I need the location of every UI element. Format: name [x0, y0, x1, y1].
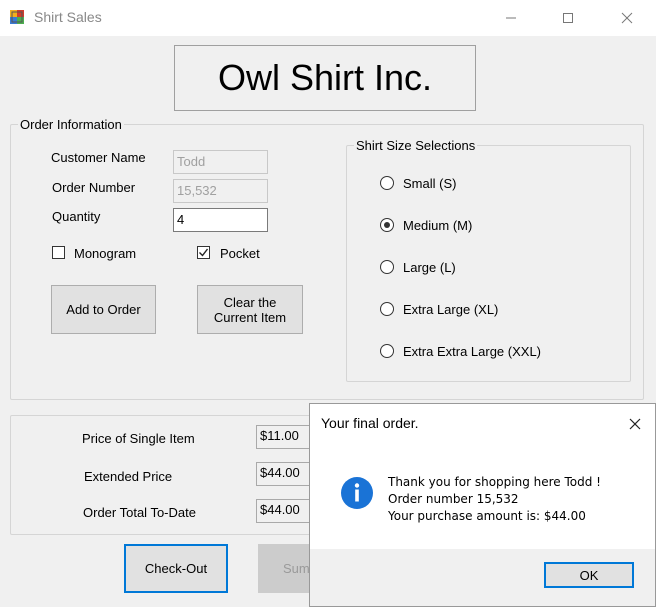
monogram-label: Monogram	[74, 246, 137, 261]
customer-name-field[interactable]: Todd	[173, 150, 268, 174]
dialog-message-line2: Order number 15,532	[388, 492, 519, 506]
quantity-label: Quantity	[52, 209, 101, 224]
monogram-checkbox[interactable]	[52, 246, 65, 259]
pocket-checkbox[interactable]	[197, 246, 210, 259]
order-information-legend: Order Information	[18, 117, 124, 132]
window-title: Shirt Sales	[34, 9, 102, 25]
dialog-title: Your final order.	[321, 415, 419, 431]
clear-button-line1: Clear the	[223, 294, 277, 310]
quantity-field[interactable]: 4	[173, 208, 268, 232]
pocket-label: Pocket	[220, 246, 260, 261]
radio-selected-dot	[384, 222, 390, 228]
company-banner: Owl Shirt Inc.	[174, 45, 476, 111]
info-icon	[340, 476, 374, 510]
order-number-label: Order Number	[52, 180, 136, 195]
size-radio-xxl[interactable]	[380, 344, 394, 358]
size-radio-large[interactable]	[380, 260, 394, 274]
extended-price-label: Extended Price	[84, 469, 173, 484]
checkmark-icon	[199, 248, 209, 257]
final-order-dialog: Your final order. Thank you for shopping…	[309, 403, 656, 607]
order-number-field[interactable]: 15,532	[173, 179, 268, 203]
dialog-message-line3: Your purchase amount is: $44.00	[388, 509, 586, 523]
dialog-message-line1: Thank you for shopping here Todd !	[388, 475, 601, 489]
order-total-label: Order Total To-Date	[83, 505, 196, 520]
size-label-large: Large (L)	[403, 260, 456, 275]
size-radio-small[interactable]	[380, 176, 394, 190]
clear-button-line2: Current Item	[213, 309, 287, 325]
size-label-small: Small (S)	[403, 176, 457, 191]
winforms-app-icon	[9, 9, 25, 25]
add-to-order-button[interactable]: Add to Order	[51, 285, 156, 334]
size-label-xxl: Extra Extra Large (XXL)	[403, 344, 541, 359]
dialog-message: Thank you for shopping here Todd ! Order…	[388, 474, 601, 525]
order-total-value: $44.00	[256, 499, 316, 523]
clear-current-item-button[interactable]: Clear the Current Item	[197, 285, 303, 334]
size-radio-xl[interactable]	[380, 302, 394, 316]
price-single-item-value: $11.00	[256, 425, 316, 449]
minimize-icon[interactable]	[488, 0, 534, 36]
extended-price-value: $44.00	[256, 462, 316, 486]
check-out-button[interactable]: Check-Out	[124, 544, 228, 593]
size-label-medium: Medium (M)	[403, 218, 473, 233]
maximize-icon[interactable]	[545, 0, 591, 36]
dialog-close-icon[interactable]	[614, 404, 655, 444]
dialog-ok-button[interactable]: OK	[544, 562, 634, 588]
title-bar: Shirt Sales	[0, 0, 656, 36]
close-icon[interactable]	[604, 0, 650, 36]
customer-name-label: Customer Name	[51, 150, 146, 165]
size-radio-medium[interactable]	[380, 218, 394, 232]
shirt-size-legend: Shirt Size Selections	[354, 138, 478, 153]
size-label-xl: Extra Large (XL)	[403, 302, 499, 317]
price-single-item-label: Price of Single Item	[82, 431, 195, 446]
